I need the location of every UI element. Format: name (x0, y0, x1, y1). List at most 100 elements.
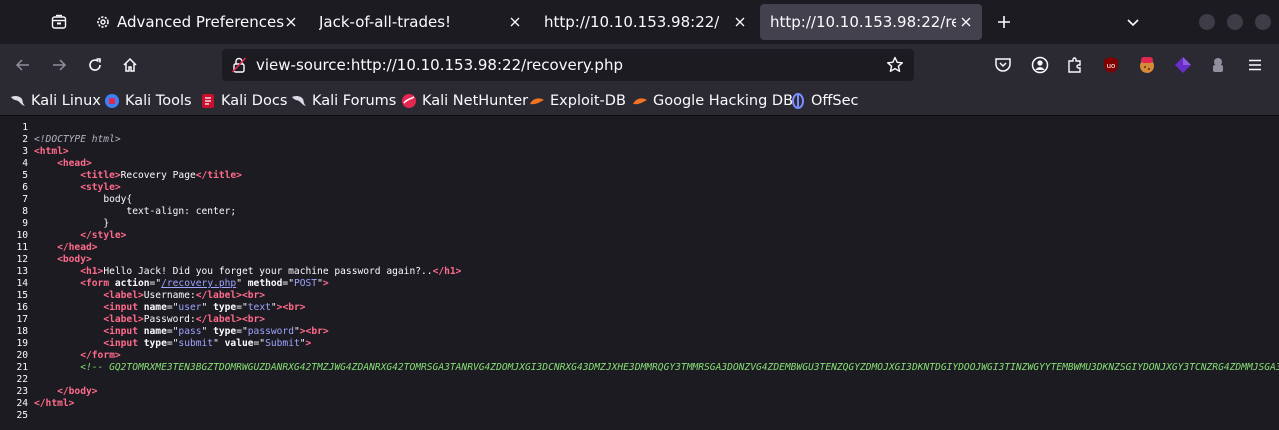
list-all-tabs-button[interactable] (1120, 8, 1146, 36)
html-tag: </label> (195, 290, 242, 301)
tab-advanced-preferences[interactable]: Advanced Preferences (85, 4, 307, 40)
alien-icon (1213, 58, 1223, 72)
bookmark-star-icon[interactable] (886, 56, 904, 74)
html-tag: </body> (57, 386, 98, 397)
source-line: 19 <input type="submit" value="Submit"> (0, 338, 311, 350)
insecure-lock-icon[interactable] (232, 57, 246, 73)
nethunter-icon (402, 94, 416, 108)
bookmark-kali-nethunter[interactable]: Kali NetHunter (401, 90, 528, 112)
source-line: 5 <title>Recovery Page</title> (0, 170, 242, 182)
source-text: } (103, 218, 110, 229)
html-tag: <head> (57, 158, 92, 169)
html-tag: <body> (57, 254, 92, 265)
line-number: 4 (22, 158, 28, 169)
html-tag: <br> (241, 314, 266, 325)
html-tag: <input (103, 302, 138, 313)
bookmark-kali-linux[interactable]: Kali Linux (10, 90, 101, 112)
source-line: 14 <form action="/recovery.php" method="… (0, 278, 328, 290)
ublock-origin-icon: uo (1104, 57, 1118, 73)
tab-jack-of-all-trades[interactable]: Jack-of-all-trades! (309, 4, 531, 40)
offsec-icon (792, 93, 804, 109)
attribute-name: method (247, 278, 283, 289)
url-text[interactable]: view-source:http://10.10.153.98:22/recov… (256, 49, 623, 81)
maximize-button[interactable] (1227, 14, 1243, 30)
bookmark-google-hacking-db[interactable]: Google Hacking DB (632, 90, 793, 112)
pocket-button[interactable] (993, 55, 1013, 75)
chevron-down-icon (1127, 19, 1139, 27)
account-button[interactable] (1030, 55, 1050, 75)
new-tab-button[interactable] (990, 8, 1018, 36)
bookmark-label: Kali Tools (125, 93, 192, 109)
minimize-button[interactable] (1199, 14, 1215, 30)
html-tag: </h1> (432, 266, 462, 277)
forward-button[interactable] (44, 50, 74, 80)
line-number: 20 (16, 350, 28, 361)
line-number: 19 (16, 338, 28, 349)
source-line: 16 <input name="user" type="text"><br> (0, 302, 305, 314)
bookmark-kali-forums[interactable]: Kali Forums (291, 90, 396, 112)
source-line: 13 <h1>Hello Jack! Did you forget your m… (0, 266, 461, 278)
close-icon (735, 17, 745, 27)
source-line: 24 </html> (0, 398, 74, 410)
attribute-value: Submit (265, 338, 300, 349)
app-menu-button[interactable] (1245, 55, 1265, 75)
navigation-toolbar: view-source:http://10.10.153.98:22/recov… (0, 44, 1279, 86)
tab-title: Jack-of-all-trades! (319, 13, 452, 31)
attribute-name: action (114, 278, 150, 289)
recovery-php-link[interactable]: /recovery.php (161, 278, 236, 289)
line-number: 12 (16, 254, 28, 265)
bookmark-label: Google Hacking DB (653, 93, 794, 109)
tab-close-button[interactable] (730, 12, 750, 32)
firefox-view-button[interactable] (44, 8, 74, 36)
gear-icon (97, 16, 109, 28)
source-line: 15 <label>Username:</label><br> (0, 290, 265, 302)
purple-extension-button[interactable] (1173, 55, 1193, 75)
plus-icon (998, 16, 1010, 28)
line-number: 24 (16, 398, 28, 409)
tab-close-button[interactable] (505, 12, 525, 32)
html-tag: <html> (34, 146, 69, 157)
attribute-name: name (143, 326, 167, 337)
html-tag: </label> (195, 314, 242, 325)
bookmark-label: Kali Forums (312, 93, 397, 109)
attribute-value: submit (178, 338, 214, 349)
line-number: 2 (22, 134, 28, 145)
line-number: 9 (22, 218, 28, 229)
close-window-button[interactable] (1255, 14, 1271, 30)
source-line: 9 } (0, 218, 109, 230)
source-line: 20 </form> (0, 350, 120, 362)
extensions-button[interactable] (1065, 55, 1085, 75)
line-number: 22 (16, 374, 28, 385)
bookmark-kali-docs[interactable]: Kali Docs (200, 90, 287, 112)
reload-button[interactable] (80, 50, 110, 80)
kali-dragon-icon (11, 95, 25, 106)
line-number: 16 (16, 302, 28, 313)
exploit-db-icon (530, 98, 544, 105)
bookmark-kali-tools[interactable]: Kali Tools (104, 90, 192, 112)
back-button[interactable] (8, 50, 38, 80)
bookmark-label: Kali NetHunter (422, 93, 529, 109)
source-line: 23 </body> (0, 386, 98, 398)
line-number: 1 (22, 122, 28, 133)
tab-close-button[interactable] (281, 12, 301, 32)
tab-recovery-source[interactable]: http://10.10.153.98:22/recove (760, 4, 982, 40)
html-tag: </style> (80, 230, 127, 241)
cookie-extension-button[interactable] (1137, 55, 1157, 75)
line-number: 17 (16, 314, 28, 325)
bookmark-label: Exploit-DB (550, 93, 626, 109)
attribute-value: POST (293, 278, 318, 289)
bookmark-offsec[interactable]: OffSec (790, 90, 859, 112)
ublock-button[interactable]: uo (1101, 55, 1121, 75)
tab-port-22[interactable]: http://10.10.153.98:22/ (534, 4, 756, 40)
account-icon (1031, 56, 1049, 74)
bookmark-label: OffSec (811, 93, 859, 109)
tab-close-button[interactable] (956, 12, 976, 32)
puzzle-extension-button[interactable] (1208, 55, 1228, 75)
attribute-value: user (178, 302, 202, 313)
line-number: 3 (22, 146, 28, 157)
source-text: Username: (143, 290, 196, 301)
url-bar[interactable]: view-source:http://10.10.153.98:22/recov… (222, 49, 914, 81)
bookmark-exploit-db[interactable]: Exploit-DB (529, 90, 626, 112)
source-line: 4 <head> (0, 158, 92, 170)
home-button[interactable] (115, 50, 145, 80)
